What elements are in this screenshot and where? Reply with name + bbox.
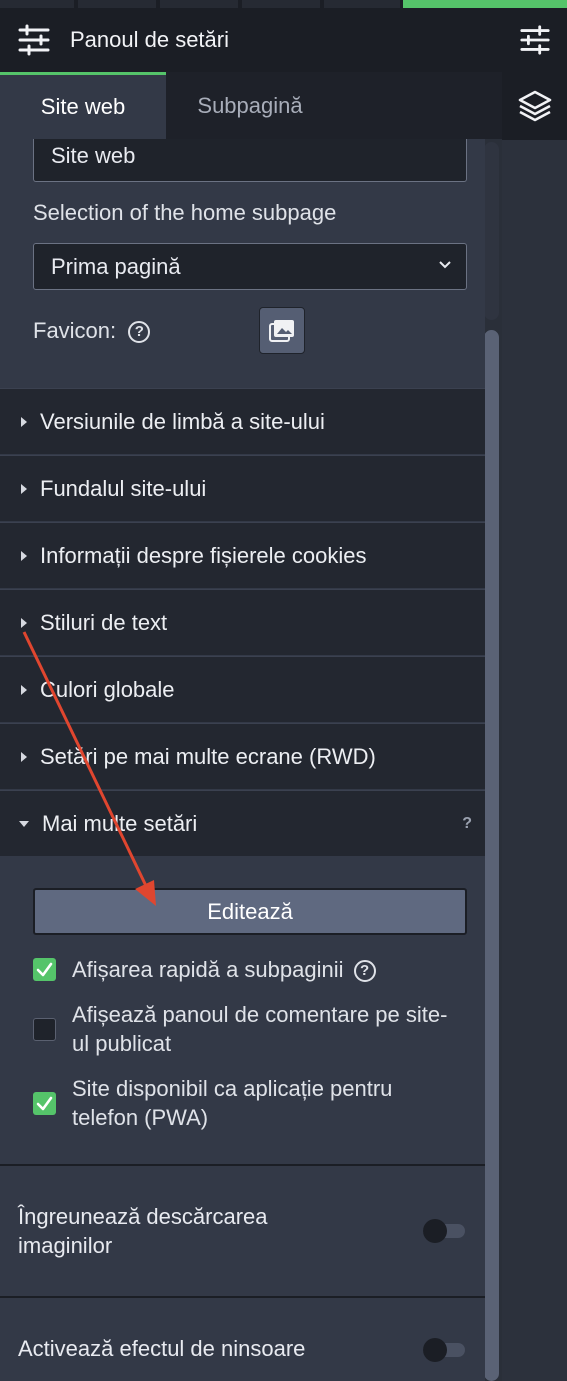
- tab-bar: Site web Subpagină: [0, 72, 502, 139]
- panel-title: Panoul de setări: [70, 27, 229, 52]
- accordion-label: Stiluri de text: [40, 609, 168, 635]
- site-name-input[interactable]: Site web: [33, 139, 467, 182]
- fast-display-checkbox[interactable]: [33, 958, 56, 981]
- accordion-cookies-info[interactable]: Informații despre fișierele cookies: [0, 522, 485, 588]
- accordion-site-background[interactable]: Fundalul site-ului: [0, 455, 485, 521]
- tab-site-web[interactable]: Site web: [0, 72, 166, 139]
- scrollbar-track-upper: [484, 142, 499, 320]
- top-strip-segment: [242, 0, 320, 8]
- active-indicator: [403, 0, 567, 8]
- layers-icon: [518, 90, 551, 122]
- toggle-label: Îngreunează descărcarea imaginilor: [18, 1204, 268, 1258]
- snow-effect-toggle[interactable]: [423, 1338, 465, 1362]
- accordion-text-styles[interactable]: Stiluri de text: [0, 589, 485, 655]
- top-strip-segment: [160, 0, 238, 8]
- pwa-checkbox[interactable]: [33, 1092, 56, 1115]
- top-strip: [0, 0, 567, 8]
- caret-down-icon: [19, 820, 29, 827]
- help-icon[interactable]: ?: [462, 815, 472, 833]
- favicon-upload-button[interactable]: [259, 307, 305, 354]
- accordion-label: Informații despre fișierele cookies: [40, 542, 367, 568]
- image-folder-icon: [269, 319, 294, 342]
- chevron-down-icon: [439, 261, 451, 269]
- question-circle-icon[interactable]: ?: [353, 960, 376, 983]
- home-subpage-label: Selection of the home subpage: [33, 200, 337, 225]
- checkbox-label: Afișează panoul de comentare pe site-ul …: [72, 1002, 448, 1056]
- accordion-more-settings[interactable]: Mai multe setări ?: [0, 790, 485, 856]
- checkbox-label: Afișarea rapidă a subpaginii: [72, 957, 344, 982]
- layers-rail-button[interactable]: [502, 72, 567, 140]
- accordion-label: Versiunile de limbă a site-ului: [40, 408, 325, 434]
- top-strip-segment: [324, 0, 400, 8]
- accordion-global-colors[interactable]: Culori globale: [0, 656, 485, 722]
- edit-button[interactable]: Editează: [33, 888, 467, 935]
- comments-panel-checkbox[interactable]: [33, 1018, 56, 1041]
- question-circle-icon[interactable]: ?: [128, 321, 151, 344]
- caret-right-icon: [21, 550, 27, 561]
- panel-header: Panoul de setări: [0, 8, 502, 72]
- toggle-label: Activează efectul de ninsoare: [18, 1336, 306, 1361]
- fast-display-label-row: Afișarea rapidă a subpaginii ?: [72, 955, 462, 984]
- settings-rail-button[interactable]: [502, 8, 567, 72]
- favicon-label-row: Favicon: ?: [33, 318, 151, 344]
- top-strip-segment: [78, 0, 156, 8]
- accordion-label: Setări pe mai multe ecrane (RWD): [40, 743, 376, 769]
- checkbox-label: Site disponibil ca aplicație pentru tele…: [72, 1076, 393, 1130]
- sliders-icon: [519, 25, 550, 55]
- caret-right-icon: [21, 416, 27, 427]
- accordion-rwd-settings[interactable]: Setări pe mai multe ecrane (RWD): [0, 723, 485, 789]
- tab-subpage[interactable]: Subpagină: [166, 72, 334, 139]
- settings-panel: Site web Selection of the home subpage P…: [0, 139, 485, 1381]
- home-subpage-select[interactable]: Prima pagină: [33, 243, 467, 290]
- divider: [0, 1296, 485, 1298]
- image-download-toggle[interactable]: [423, 1219, 465, 1243]
- top-strip-segment: [0, 0, 74, 8]
- caret-right-icon: [21, 483, 27, 494]
- sliders-icon: [18, 24, 50, 56]
- home-subpage-value: Prima pagină: [51, 253, 181, 279]
- favicon-label: Favicon:: [33, 318, 117, 343]
- toggle-knob: [423, 1338, 447, 1362]
- divider: [0, 1164, 485, 1166]
- caret-right-icon: [21, 751, 27, 762]
- caret-right-icon: [21, 684, 27, 695]
- check-icon: [36, 962, 53, 977]
- scrollbar-thumb[interactable]: [484, 330, 499, 1381]
- accordion-language-versions[interactable]: Versiunile de limbă a site-ului: [0, 388, 485, 454]
- caret-right-icon: [21, 617, 27, 628]
- accordion-label: Fundalul site-ului: [40, 475, 207, 501]
- check-icon: [36, 1096, 53, 1111]
- right-rail: [502, 8, 567, 1381]
- accordion-label: Mai multe setări: [42, 810, 198, 836]
- accordion-label: Culori globale: [40, 676, 175, 702]
- toggle-knob: [423, 1219, 447, 1243]
